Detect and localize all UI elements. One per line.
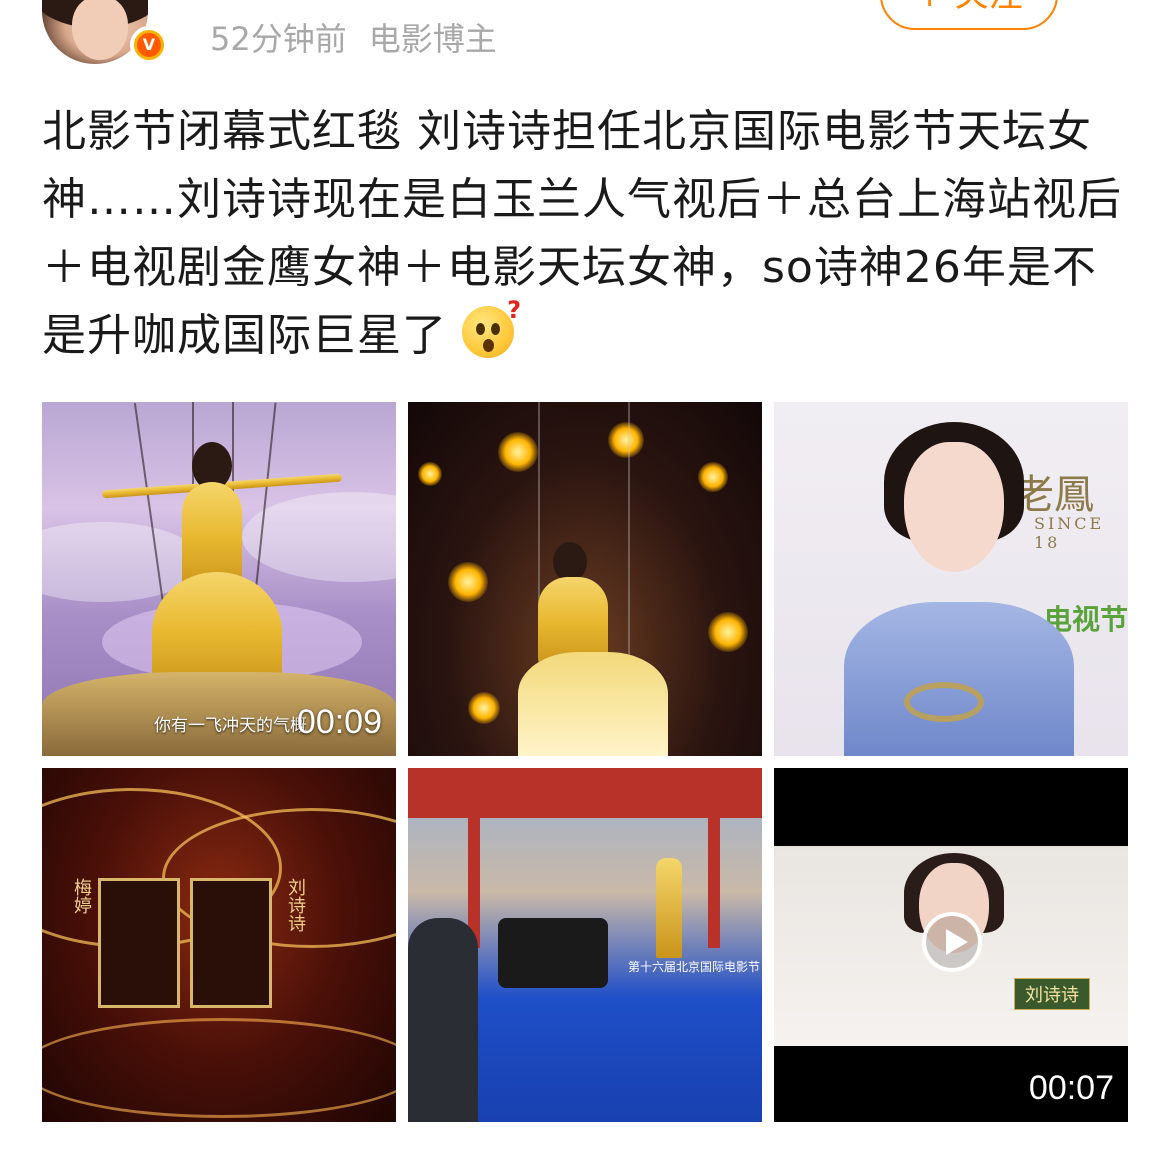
verified-badge-label: V: [137, 33, 161, 57]
nominee-panel-right: [190, 878, 272, 1008]
media-tile-6[interactable]: 刘诗诗 00:07: [774, 768, 1128, 1122]
festival-text: 第十六届北京国际电影节: [628, 960, 761, 974]
media-tile-5[interactable]: 第十六届北京国际电影节: [408, 768, 762, 1122]
video-subtitle: 你有一飞冲天的气概: [154, 716, 307, 736]
author-avatar-wrap[interactable]: V: [42, 0, 168, 64]
panel-label-left: 梅婷: [71, 878, 92, 914]
follow-button[interactable]: + 关注: [880, 0, 1058, 30]
media-tile-4[interactable]: 梅婷 刘诗诗: [42, 768, 396, 1122]
name-tag: 刘诗诗: [1014, 978, 1090, 1010]
media-tile-1[interactable]: 你有一飞冲天的气概 00:09: [42, 402, 396, 756]
user-tag: 电影博主: [368, 20, 497, 58]
backdrop-text: 老鳳: [1014, 472, 1094, 518]
follow-button-label: + 关注: [915, 0, 1022, 16]
post-body: 北影节闭幕式红毯 刘诗诗担任北京国际电影节天坛女神……刘诗诗现在是白玉兰人气视后…: [42, 106, 1122, 361]
camera-icon: [498, 918, 608, 988]
play-icon[interactable]: [922, 912, 982, 972]
media-tile-3[interactable]: 老鳳 SINCE 18 电视节: [774, 402, 1128, 756]
backdrop-text-2: SINCE 18: [1034, 514, 1105, 552]
nominee-panel-left: [98, 878, 180, 1008]
video-duration: 00:09: [296, 703, 382, 741]
media-tile-2[interactable]: [408, 402, 762, 756]
post-text: 北影节闭幕式红毯 刘诗诗担任北京国际电影节天坛女神……刘诗诗现在是白玉兰人气视后…: [42, 98, 1132, 370]
trophy-icon: [904, 682, 984, 722]
question-face-emoji-icon: ?: [462, 298, 521, 358]
statue-icon: [656, 858, 682, 958]
post-meta: 52分钟前 电影博主: [210, 14, 497, 60]
post-time: 52分钟前: [210, 20, 347, 58]
verified-badge-icon: V: [130, 26, 168, 64]
video-duration: 00:07: [1028, 1069, 1114, 1107]
panel-label-right: 刘诗诗: [285, 878, 306, 932]
